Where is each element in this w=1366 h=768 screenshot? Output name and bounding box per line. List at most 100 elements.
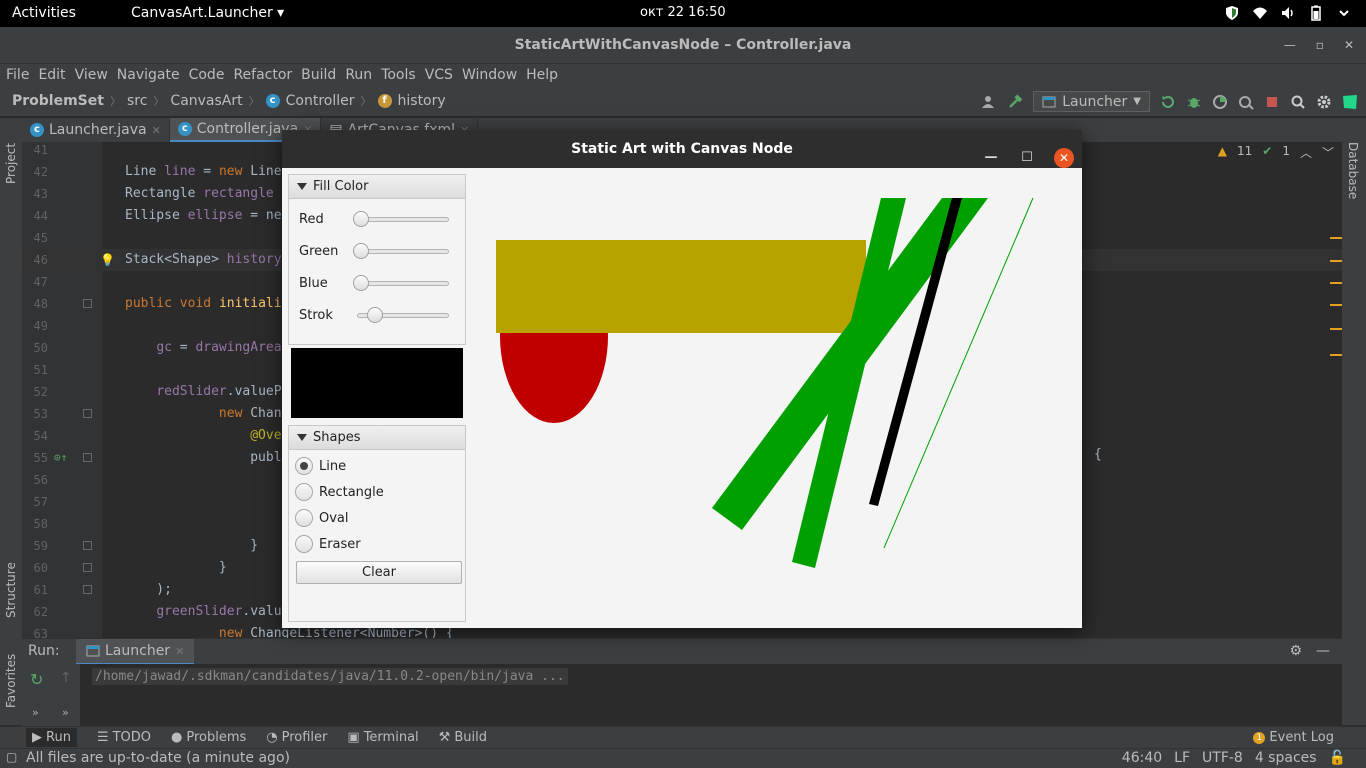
lightbulb-icon[interactable]: 💡	[100, 249, 115, 271]
shape-option-line[interactable]: Line	[295, 456, 346, 476]
close-icon[interactable]: ✕	[175, 645, 184, 658]
status-message[interactable]: All files are up-to-date (a minute ago)	[26, 750, 290, 766]
slider-track[interactable]	[357, 249, 449, 254]
tool-profiler[interactable]: ◔ Profiler	[266, 730, 327, 745]
radio-button[interactable]	[295, 457, 313, 475]
override-icon[interactable]: ⊙↑	[54, 447, 67, 469]
breadcrumb-class[interactable]: Controller	[286, 93, 355, 109]
drawing-canvas[interactable]	[472, 168, 1082, 628]
slider-track[interactable]	[357, 217, 449, 222]
search-icon[interactable]	[1290, 94, 1306, 110]
activities-button[interactable]: Activities	[12, 5, 76, 21]
slider-track[interactable]	[357, 281, 449, 286]
slider-thumb[interactable]	[353, 275, 369, 291]
arrow-up-icon[interactable]: ↑	[60, 670, 72, 686]
structure-tool-button[interactable]: Structure	[4, 562, 18, 618]
coverage-icon[interactable]	[1212, 94, 1228, 110]
gear-icon[interactable]: ⚙	[1289, 643, 1302, 659]
radio-button[interactable]	[295, 483, 313, 501]
rerun-icon[interactable]: ↻	[30, 670, 43, 689]
fold-marker[interactable]	[83, 563, 92, 572]
run-tab-launcher[interactable]: Launcher ✕	[76, 639, 195, 665]
shape-option-oval[interactable]: Oval	[295, 508, 349, 528]
scroll-marker[interactable]	[1330, 282, 1342, 284]
breadcrumb-src[interactable]: src	[127, 93, 147, 109]
shape-option-eraser[interactable]: Eraser	[295, 534, 361, 554]
radio-button[interactable]	[295, 509, 313, 527]
minimize-icon[interactable]: —	[1316, 643, 1330, 659]
close-icon[interactable]: ✕	[1054, 148, 1074, 168]
tab-launcher[interactable]: c Launcher.java ✕	[22, 118, 170, 142]
database-tool-button[interactable]: Database	[1346, 142, 1360, 199]
scroll-marker[interactable]	[1330, 304, 1342, 306]
menu-code[interactable]: Code	[189, 64, 225, 87]
close-icon[interactable]: ✕	[152, 124, 161, 137]
event-log-button[interactable]: 1 Event Log	[1253, 730, 1334, 745]
menu-tools[interactable]: Tools	[381, 64, 416, 87]
run-console[interactable]: ↻ ↑ » » /home/jawad/.sdkman/candidates/j…	[22, 664, 1342, 726]
close-icon[interactable]: ✕	[1344, 27, 1354, 64]
system-tray[interactable]	[1224, 5, 1352, 21]
chevron-up-icon[interactable]: ︿	[1300, 144, 1312, 161]
menu-refactor[interactable]: Refactor	[233, 64, 292, 87]
app-menu[interactable]: CanvasArt.Launcher ▾	[131, 5, 284, 21]
rerun-icon[interactable]	[1160, 94, 1176, 110]
menu-vcs[interactable]: VCS	[425, 64, 453, 87]
fold-marker[interactable]	[83, 409, 92, 418]
scroll-marker[interactable]	[1330, 237, 1342, 239]
breadcrumb-project[interactable]: ProblemSet	[12, 93, 104, 109]
menu-navigate[interactable]: Navigate	[117, 64, 180, 87]
maximize-icon[interactable]: ▫	[1316, 27, 1324, 64]
file-encoding[interactable]: UTF-8	[1202, 750, 1243, 766]
breadcrumb-field[interactable]: history	[398, 93, 446, 109]
slider-thumb[interactable]	[353, 243, 369, 259]
fold-marker[interactable]	[83, 585, 92, 594]
more-icon[interactable]: »	[62, 706, 69, 719]
fill-color-header[interactable]: Fill Color	[289, 175, 465, 199]
tool-todo[interactable]: ☰ TODO	[97, 730, 151, 745]
menu-build[interactable]: Build	[301, 64, 336, 87]
status-icon[interactable]: ▢	[6, 750, 17, 764]
clear-button[interactable]: Clear	[296, 561, 462, 584]
fx-title-bar[interactable]: Static Art with Canvas Node — ☐ ✕	[282, 130, 1082, 168]
slider-thumb[interactable]	[366, 307, 383, 323]
minimize-icon[interactable]: —	[1284, 27, 1296, 64]
tool-run[interactable]: ▶ Run	[26, 728, 77, 747]
menu-file[interactable]: File	[6, 64, 29, 87]
favorites-tool-button[interactable]: Favorites	[4, 654, 18, 708]
chevron-down-icon[interactable]: ﹀	[1322, 144, 1334, 161]
breadcrumb-package[interactable]: CanvasArt	[170, 93, 242, 109]
scroll-marker[interactable]	[1330, 354, 1342, 356]
stop-icon[interactable]	[1264, 94, 1280, 110]
scroll-marker[interactable]	[1330, 260, 1342, 262]
clock[interactable]: окт 22 16:50	[640, 5, 726, 20]
shapes-header[interactable]: Shapes	[289, 426, 465, 450]
gear-icon[interactable]	[1316, 94, 1332, 110]
scroll-marker[interactable]	[1330, 328, 1342, 330]
menu-edit[interactable]: Edit	[38, 64, 65, 87]
debug-icon[interactable]	[1186, 94, 1202, 110]
tool-problems[interactable]: ● Problems	[171, 730, 246, 745]
menu-help[interactable]: Help	[526, 64, 558, 87]
profile-icon[interactable]	[1238, 94, 1254, 110]
run-config-select[interactable]: Launcher ▼	[1033, 91, 1150, 112]
hammer-icon[interactable]	[1007, 93, 1023, 110]
tool-build[interactable]: ⚒ Build	[439, 730, 487, 745]
project-tool-button[interactable]: Project	[4, 143, 18, 184]
radio-button[interactable]	[295, 535, 313, 553]
shape-option-rectangle[interactable]: Rectangle	[295, 482, 384, 502]
lock-icon[interactable]: 🔓	[1329, 750, 1346, 766]
fold-marker[interactable]	[83, 453, 92, 462]
line-separator[interactable]: LF	[1174, 750, 1190, 766]
tool-terminal[interactable]: ▣ Terminal	[347, 730, 418, 745]
more-icon[interactable]: »	[32, 706, 39, 719]
jetbrains-icon[interactable]	[1342, 94, 1358, 110]
menu-run[interactable]: Run	[345, 64, 372, 87]
menu-window[interactable]: Window	[462, 64, 517, 87]
slider-thumb[interactable]	[353, 211, 369, 227]
menu-view[interactable]: View	[75, 64, 108, 87]
caret-position[interactable]: 46:40	[1122, 750, 1162, 766]
fold-marker[interactable]	[83, 541, 92, 550]
fold-marker[interactable]	[83, 299, 92, 308]
inspection-widget[interactable]: ▲ 11 ✔ 1 ︿ ﹀	[1218, 144, 1334, 161]
